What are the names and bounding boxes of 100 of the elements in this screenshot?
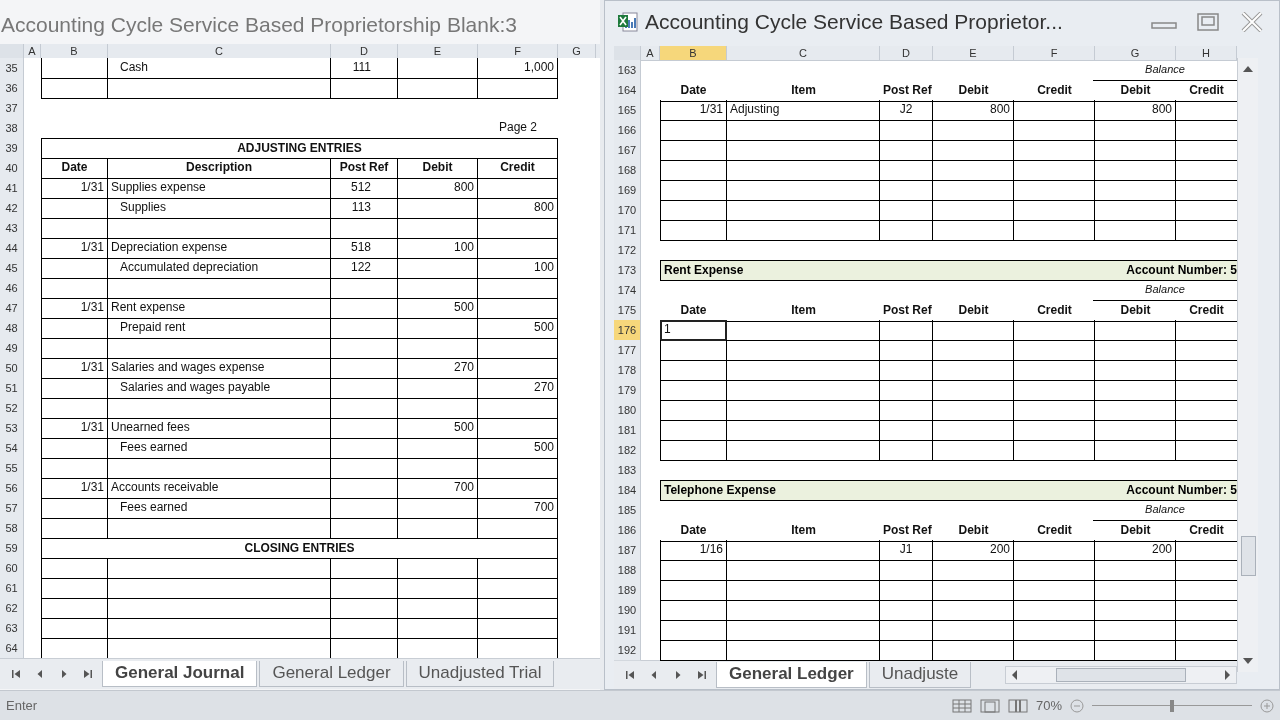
row-header[interactable]: 45 xyxy=(0,258,24,279)
row-header[interactable]: 187 xyxy=(614,540,641,561)
row-header[interactable]: 177 xyxy=(614,340,641,361)
row-header[interactable]: 39 xyxy=(0,138,24,159)
page-break-icon[interactable] xyxy=(1007,698,1028,713)
row-header[interactable]: 183 xyxy=(614,460,641,481)
table-cell: Accumulated depreciation xyxy=(108,258,331,279)
row-header[interactable]: 62 xyxy=(0,598,24,619)
sheet-tab[interactable]: General Journal xyxy=(102,661,258,687)
scroll-thumb[interactable] xyxy=(1240,536,1256,576)
row-header[interactable]: 58 xyxy=(0,518,24,539)
row-header[interactable]: 50 xyxy=(0,358,24,379)
row-header[interactable]: 57 xyxy=(0,498,24,519)
row-header[interactable]: 49 xyxy=(0,338,24,359)
table-cell: Fees earned xyxy=(108,498,331,519)
row-header[interactable]: 59 xyxy=(0,538,24,559)
row-header[interactable]: 56 xyxy=(0,478,24,499)
row-header[interactable]: 51 xyxy=(0,378,24,399)
column-header[interactable]: B xyxy=(660,46,727,61)
horizontal-scrollbar[interactable] xyxy=(1005,666,1237,684)
row-header[interactable]: 42 xyxy=(0,198,24,219)
row-header[interactable]: 176 xyxy=(614,320,641,341)
scroll-up-icon[interactable] xyxy=(1242,64,1254,74)
first-sheet-icon[interactable] xyxy=(625,669,635,681)
table-cell xyxy=(41,398,108,419)
row-header[interactable]: 41 xyxy=(0,178,24,199)
row-header[interactable]: 188 xyxy=(614,560,641,581)
row-header[interactable]: 173 xyxy=(614,260,641,281)
last-sheet-icon[interactable] xyxy=(83,668,93,680)
row-header[interactable]: 52 xyxy=(0,398,24,419)
row-header[interactable]: 55 xyxy=(0,458,24,479)
row-header[interactable]: 43 xyxy=(0,218,24,239)
sheet-tab[interactable]: Unadjusted Trial xyxy=(405,661,555,687)
row-header[interactable]: 191 xyxy=(614,620,641,641)
row-header[interactable]: 171 xyxy=(614,220,641,241)
row-header[interactable]: 164 xyxy=(614,80,641,102)
slider-thumb[interactable] xyxy=(1170,699,1174,712)
row-header[interactable]: 175 xyxy=(614,300,641,322)
zoom-out-icon[interactable] xyxy=(1070,698,1084,713)
row-header[interactable]: 182 xyxy=(614,440,641,461)
row-header[interactable]: 172 xyxy=(614,240,641,261)
row-header[interactable]: 44 xyxy=(0,238,24,259)
row-header[interactable]: 63 xyxy=(0,618,24,639)
row-header[interactable]: 185 xyxy=(614,500,641,521)
row-header[interactable]: 167 xyxy=(614,140,641,161)
table-cell xyxy=(331,298,398,319)
row-header[interactable]: 64 xyxy=(0,638,24,659)
row-header[interactable]: 40 xyxy=(0,158,24,179)
row-header[interactable]: 48 xyxy=(0,318,24,339)
row-header[interactable]: 166 xyxy=(614,120,641,141)
vertical-scrollbar[interactable] xyxy=(1237,58,1258,672)
previous-sheet-icon[interactable] xyxy=(35,668,45,680)
row-header[interactable]: 165 xyxy=(614,100,641,121)
row-header[interactable]: 37 xyxy=(0,98,24,119)
row-header[interactable]: 53 xyxy=(0,418,24,439)
normal-view-icon[interactable] xyxy=(951,698,972,713)
row-header[interactable]: 189 xyxy=(614,580,641,601)
row-header[interactable]: 186 xyxy=(614,520,641,542)
row-header[interactable]: 174 xyxy=(614,280,641,301)
row-header[interactable]: 61 xyxy=(0,578,24,599)
row-header[interactable]: 54 xyxy=(0,438,24,459)
row-header[interactable]: 163 xyxy=(614,60,641,81)
row-header[interactable]: 179 xyxy=(614,380,641,401)
scroll-right-icon[interactable] xyxy=(1222,669,1232,681)
row-header[interactable]: 169 xyxy=(614,180,641,201)
row-header[interactable]: 60 xyxy=(0,558,24,579)
row-header[interactable]: 181 xyxy=(614,420,641,441)
previous-sheet-icon[interactable] xyxy=(649,669,659,681)
table-cell xyxy=(880,400,933,421)
spreadsheet-app-icon xyxy=(617,10,639,33)
section-title: ADJUSTING ENTRIES xyxy=(41,138,558,159)
row-header[interactable]: 192 xyxy=(614,640,641,661)
sheet-tab[interactable]: Unadjuste xyxy=(868,662,972,688)
row-header[interactable]: 38 xyxy=(0,118,24,139)
table-cell: 1 xyxy=(660,320,727,341)
last-sheet-icon[interactable] xyxy=(697,669,707,681)
table-cell xyxy=(660,620,727,641)
table-cell xyxy=(41,598,108,619)
table-cell xyxy=(41,78,108,99)
row-header[interactable]: 47 xyxy=(0,298,24,319)
row-header[interactable]: 46 xyxy=(0,278,24,299)
row-header[interactable]: 168 xyxy=(614,160,641,181)
row-header[interactable]: 184 xyxy=(614,480,641,501)
row-header[interactable]: 36 xyxy=(0,78,24,99)
scroll-left-icon[interactable] xyxy=(1010,669,1020,681)
row-header[interactable]: 180 xyxy=(614,400,641,421)
first-sheet-icon[interactable] xyxy=(11,668,21,680)
sheet-tab[interactable]: General Ledger xyxy=(259,661,404,687)
scroll-down-icon[interactable] xyxy=(1242,656,1254,666)
page-layout-icon[interactable] xyxy=(979,698,1000,713)
row-header[interactable]: 178 xyxy=(614,360,641,381)
scroll-thumb[interactable] xyxy=(1056,668,1186,682)
row-header[interactable]: 35 xyxy=(0,58,24,79)
next-sheet-icon[interactable] xyxy=(673,669,683,681)
zoom-in-icon[interactable] xyxy=(1260,698,1274,713)
zoom-level[interactable]: 70% xyxy=(1035,698,1062,713)
row-header[interactable]: 170 xyxy=(614,200,641,221)
row-header[interactable]: 190 xyxy=(614,600,641,621)
next-sheet-icon[interactable] xyxy=(59,668,69,680)
sheet-tab[interactable]: General Ledger xyxy=(716,662,867,688)
